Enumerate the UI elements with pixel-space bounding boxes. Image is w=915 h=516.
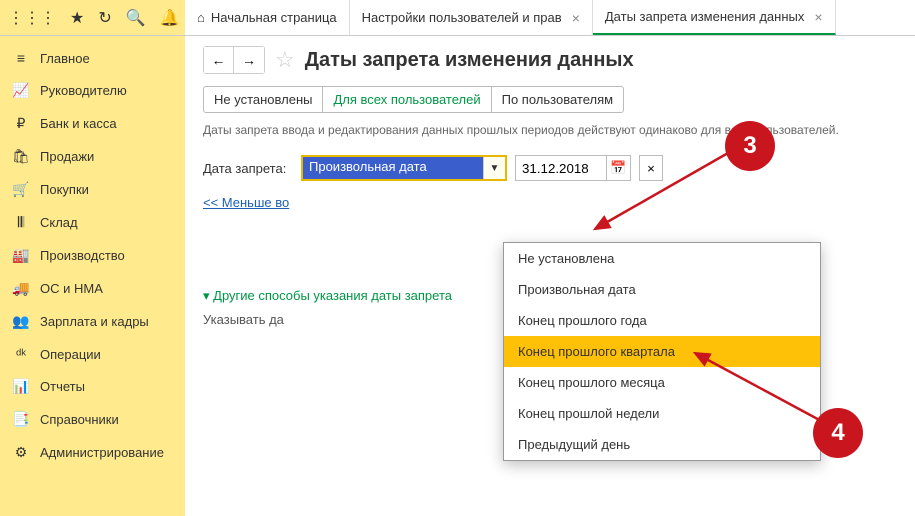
lock-type-combo[interactable]: Произвольная дата ▼ [301, 155, 507, 181]
chevron-down-icon[interactable]: ▼ [483, 157, 505, 179]
dropdown-option[interactable]: Конец прошлого года [504, 305, 820, 336]
favorite-icon[interactable]: ☆ [275, 47, 295, 73]
clear-button[interactable]: × [639, 155, 663, 181]
date-input[interactable] [516, 156, 606, 180]
apps-icon[interactable]: ⋮⋮⋮ [8, 8, 56, 28]
sidebar-label: Руководителю [40, 83, 127, 98]
tab[interactable]: Даты запрета изменения данных × [593, 0, 836, 35]
sidebar-item[interactable]: 📊 Отчеты [0, 370, 185, 403]
tab[interactable]: Настройки пользователей и прав × [350, 0, 593, 35]
sidebar-item[interactable]: 𝄃𝄃 Склад [0, 206, 185, 239]
sidebar-icon: 🛒 [12, 181, 30, 198]
sidebar-label: Справочники [40, 412, 119, 427]
dropdown-option[interactable]: Предыдущий день [504, 429, 820, 460]
close-icon[interactable]: × [814, 9, 822, 25]
sidebar-icon: 📑 [12, 411, 30, 428]
page-title: Даты запрета изменения данных [305, 49, 634, 72]
dropdown-option[interactable]: Конец прошлого месяца [504, 367, 820, 398]
sidebar-item[interactable]: 📑 Справочники [0, 403, 185, 436]
sidebar-item[interactable]: ᵈᵏ Операции [0, 338, 185, 370]
search-icon[interactable]: 🔍 [126, 8, 146, 28]
mode-option[interactable]: По пользователям [492, 87, 623, 112]
sidebar-label: Администрирование [40, 445, 164, 460]
sidebar-label: Продажи [40, 149, 94, 164]
sidebar-item[interactable]: 🚚 ОС и НМА [0, 272, 185, 305]
sidebar-icon: 📊 [12, 378, 30, 395]
sidebar-label: Отчеты [40, 379, 85, 394]
sidebar-item[interactable]: ₽ Банк и касса [0, 107, 185, 140]
home-icon: ⌂ [197, 10, 205, 25]
dropdown-option[interactable]: Конец прошлого квартала [504, 336, 820, 367]
forward-button[interactable]: → [234, 47, 264, 73]
mode-selector: Не установленыДля всех пользователейПо п… [203, 86, 624, 113]
combo-dropdown: Не установленаПроизвольная датаКонец про… [503, 242, 821, 461]
sidebar-icon: 🚚 [12, 280, 30, 297]
sidebar-item[interactable]: 📈 Руководителю [0, 74, 185, 107]
sidebar-icon: ᵈᵏ [12, 346, 30, 362]
description-text: Даты запрета ввода и редактирования данн… [203, 123, 897, 137]
sidebar-icon: 👥 [12, 313, 30, 330]
tab-bar: ⌂ Начальная страница Настройки пользовател… [185, 0, 915, 35]
sidebar-item[interactable]: ⚙ Администрирование [0, 436, 185, 469]
close-icon[interactable]: × [572, 10, 580, 26]
sidebar-item[interactable]: 🛒 Покупки [0, 173, 185, 206]
mode-option[interactable]: Не установлены [204, 87, 323, 112]
back-button[interactable]: ← [204, 47, 234, 73]
annotation-badge-4: 4 [813, 408, 863, 458]
dropdown-option[interactable]: Произвольная дата [504, 274, 820, 305]
sidebar-item[interactable]: ≡ Главное [0, 42, 185, 74]
sidebar-item[interactable]: 🏭 Производство [0, 239, 185, 272]
tab[interactable]: ⌂ Начальная страница [185, 0, 350, 35]
sidebar-label: ОС и НМА [40, 281, 103, 296]
content-area: ← → ☆ Даты запрета изменения данных Не у… [185, 36, 915, 516]
dropdown-option[interactable]: Конец прошлой недели [504, 398, 820, 429]
sidebar-label: Банк и касса [40, 116, 117, 131]
sidebar-label: Главное [40, 51, 90, 66]
sidebar-label: Зарплата и кадры [40, 314, 149, 329]
sidebar-label: Операции [40, 347, 101, 362]
sidebar-icon: 🏭 [12, 247, 30, 264]
combo-value: Произвольная дата [303, 157, 483, 179]
sidebar-icon: ⚙ [12, 444, 30, 461]
lock-date-label: Дата запрета: [203, 161, 293, 176]
sidebar-item[interactable]: 🛍 Продажи [0, 140, 185, 173]
sidebar-icon: ≡ [12, 50, 30, 66]
history-icon[interactable]: ↻ [98, 8, 111, 28]
bell-icon[interactable]: 🔔 [160, 8, 180, 28]
annotation-badge-3: 3 [725, 121, 775, 171]
tab-label: Даты запрета изменения данных [605, 9, 804, 24]
calendar-icon[interactable]: 📅 [606, 156, 630, 180]
sidebar-item[interactable]: 👥 Зарплата и кадры [0, 305, 185, 338]
sidebar-icon: 🛍 [12, 148, 30, 165]
less-options-link[interactable]: << Меньше во [203, 195, 289, 210]
sidebar-icon: ₽ [12, 115, 30, 132]
sidebar-icon: 𝄃𝄃 [12, 214, 30, 231]
sidebar: ≡ Главное 📈 Руководителю ₽ Банк и касса 🛍 Прода… [0, 36, 185, 516]
system-toolbar: ⋮⋮⋮ ★ ↻ 🔍 🔔 [0, 0, 185, 35]
sidebar-icon: 📈 [12, 82, 30, 99]
mode-option[interactable]: Для всех пользователей [323, 87, 491, 112]
sidebar-label: Производство [40, 248, 125, 263]
sidebar-label: Покупки [40, 182, 89, 197]
sidebar-label: Склад [40, 215, 78, 230]
date-input-group: 📅 [515, 155, 631, 181]
nav-buttons: ← → [203, 46, 265, 74]
tab-label: Начальная страница [211, 10, 337, 25]
tab-label: Настройки пользователей и прав [362, 10, 562, 25]
star-icon[interactable]: ★ [70, 8, 84, 28]
dropdown-option[interactable]: Не установлена [504, 243, 820, 274]
